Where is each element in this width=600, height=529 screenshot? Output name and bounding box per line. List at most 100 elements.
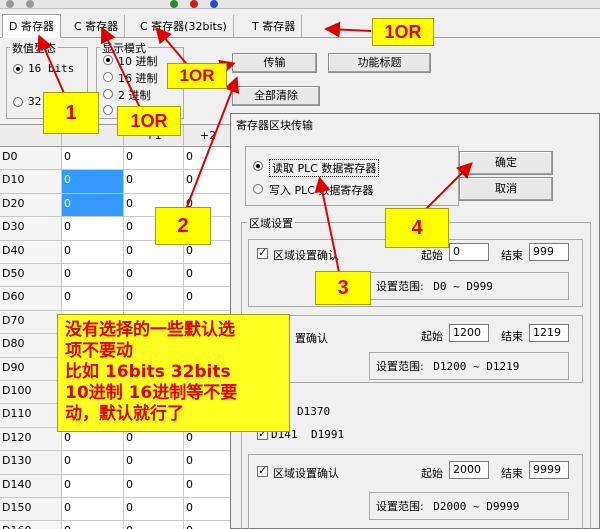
region-5-end-input[interactable]: 9999 <box>529 461 569 479</box>
region-1-end-label: 结束 <box>501 249 523 262</box>
region-1-checkbox[interactable] <box>257 246 268 259</box>
radio-read-plc[interactable] <box>253 161 263 171</box>
radio-binary[interactable] <box>103 89 113 99</box>
register-cell[interactable]: 0 <box>124 170 184 193</box>
region-settings-title: 区域设置 <box>247 215 295 231</box>
callout-line-2: 项不要动 <box>65 341 133 361</box>
annotation-1or-top: 1OR <box>372 18 434 46</box>
radio-decimal[interactable] <box>103 55 113 65</box>
region-5-enable-label: 区域设置确认 <box>273 467 339 480</box>
register-cell[interactable]: 0 <box>124 264 184 287</box>
register-cell[interactable]: 0 <box>62 498 124 521</box>
region-2-range-label: 设置范围: <box>376 360 424 373</box>
register-cell[interactable]: 0 <box>184 521 233 529</box>
region-1-start-label: 起始 <box>421 249 443 262</box>
region-1-enable-label: 区域设置确认 <box>273 249 339 262</box>
region-2-range-box: 设置范围: D1200 ~ D1219 <box>369 352 569 380</box>
table-row: D160000 <box>0 521 233 529</box>
radio-decimal-label: 10 进制 <box>118 55 158 68</box>
row-header: D100 <box>0 381 62 404</box>
radio-32bits-label: 32 <box>28 95 42 108</box>
callout-line-3: 比如 16bits 32bits <box>65 362 231 382</box>
dialog-title: 寄存器区块传输 <box>231 114 599 134</box>
register-cell[interactable]: 0 <box>62 264 124 287</box>
tab-t-register[interactable]: T 寄存器 <box>246 15 303 37</box>
callout-line-1: 没有选择的一些默认选 <box>65 320 235 340</box>
region-2-range-value: D1200 ~ D1219 <box>433 360 520 373</box>
region-5-start-input[interactable]: 2000 <box>449 461 489 479</box>
register-cell[interactable]: 0 <box>124 147 184 170</box>
register-cell[interactable]: 0 <box>124 287 184 310</box>
register-cell[interactable]: 0 <box>184 474 233 497</box>
region-2-end-input[interactable]: 1219 <box>529 324 569 342</box>
register-cell[interactable]: 0 <box>62 240 124 263</box>
toolbar-ok-icon[interactable] <box>170 0 178 8</box>
region-5-range-label: 设置范围: <box>376 500 424 513</box>
radio-write-plc[interactable] <box>253 184 263 194</box>
table-row: D60 0 0 0 <box>0 287 233 311</box>
grid-col-plus2: +2 <box>184 125 233 147</box>
callout-line-4: 10进制 16进制等不要 <box>65 383 238 403</box>
toolbar-stop-icon[interactable] <box>190 0 198 8</box>
register-cell[interactable]: 0 <box>62 521 124 529</box>
register-cell[interactable]: 0 <box>184 451 233 474</box>
table-row: D0 0 0 0 <box>0 147 233 171</box>
clear-all-button[interactable]: 全部清除 <box>232 86 320 106</box>
row-header: D110 <box>0 404 62 427</box>
region-5-checkbox[interactable] <box>257 464 268 477</box>
cancel-button[interactable]: 取消 <box>459 177 553 201</box>
register-cell[interactable]: 0 <box>62 287 124 310</box>
toolbar-help-icon[interactable] <box>210 0 218 8</box>
annotation-callout: 没有选择的一些默认选 项不要动 比如 16bits 32bits 10进制 16… <box>57 314 290 432</box>
register-cell[interactable]: 0 <box>62 217 124 240</box>
ok-button[interactable]: 确定 <box>459 151 553 175</box>
tab-d-register[interactable]: D 寄存器 <box>2 14 61 38</box>
register-cell[interactable]: 0 <box>62 170 124 193</box>
region-5-range-value: D2000 ~ D9999 <box>433 500 520 513</box>
row-header: D20 <box>0 193 62 217</box>
function-title-button[interactable]: 功能标题 <box>328 53 431 73</box>
transfer-button[interactable]: 传输 <box>232 53 317 73</box>
annotation-2: 2 <box>155 207 211 245</box>
register-cell[interactable]: 0 <box>62 451 124 474</box>
radio-16bits[interactable] <box>13 64 23 74</box>
region-1-start-input[interactable]: 0 <box>449 243 489 261</box>
register-cell[interactable]: 0 <box>62 193 124 217</box>
radio-16bits-label: 16 bits <box>28 62 75 75</box>
row-header: D80 <box>0 334 62 357</box>
register-cell[interactable]: 0 <box>124 498 184 521</box>
register-cell[interactable]: 0 <box>62 147 124 170</box>
toolbar-icon-2[interactable] <box>26 0 34 8</box>
region-5-start-label: 起始 <box>421 467 443 480</box>
register-cell[interactable]: 0 <box>124 451 184 474</box>
toolbar-icon-1[interactable] <box>6 0 14 8</box>
register-cell[interactable]: 0 <box>184 264 233 287</box>
radio-hex[interactable] <box>103 72 113 82</box>
tab-c-register[interactable]: C 寄存器 <box>68 15 126 37</box>
tab-c-register-32bits[interactable]: C 寄存器(32bits) <box>134 15 234 37</box>
radio-32bits[interactable] <box>13 97 23 107</box>
region-2-start-input[interactable]: 1200 <box>449 324 489 342</box>
row-header: D60 <box>0 287 62 310</box>
register-cell[interactable]: 0 <box>184 170 233 193</box>
row-header: D50 <box>0 264 62 287</box>
register-cell[interactable]: 0 <box>62 474 124 497</box>
radio-hex-label: 16 进制 <box>118 72 158 85</box>
register-cell[interactable]: 0 <box>184 287 233 310</box>
region-4-range-value: D1991 <box>311 428 345 441</box>
register-cell[interactable]: 0 <box>184 498 233 521</box>
row-header: D120 <box>0 427 62 451</box>
region-1-end-input[interactable]: 999 <box>529 243 569 261</box>
read-plc-label: 读取 PLC 数据寄存器 <box>269 159 380 177</box>
toolbar <box>0 0 600 9</box>
radio-fourth[interactable] <box>103 105 113 115</box>
table-row: D50 0 0 0 <box>0 264 233 288</box>
register-cell[interactable]: 0 <box>124 474 184 497</box>
row-header: D0 <box>0 147 62 170</box>
annotation-1or-mid: 1OR <box>167 63 227 89</box>
register-cell[interactable]: 0 <box>184 147 233 170</box>
register-tab-bar: D 寄存器 C 寄存器 C 寄存器(32bits) T 寄存器 <box>0 12 600 38</box>
register-cell[interactable]: 0 <box>124 521 184 529</box>
region-1-range-label: 设置范围: <box>376 280 424 293</box>
table-row: D130 0 0 0 <box>0 451 233 475</box>
